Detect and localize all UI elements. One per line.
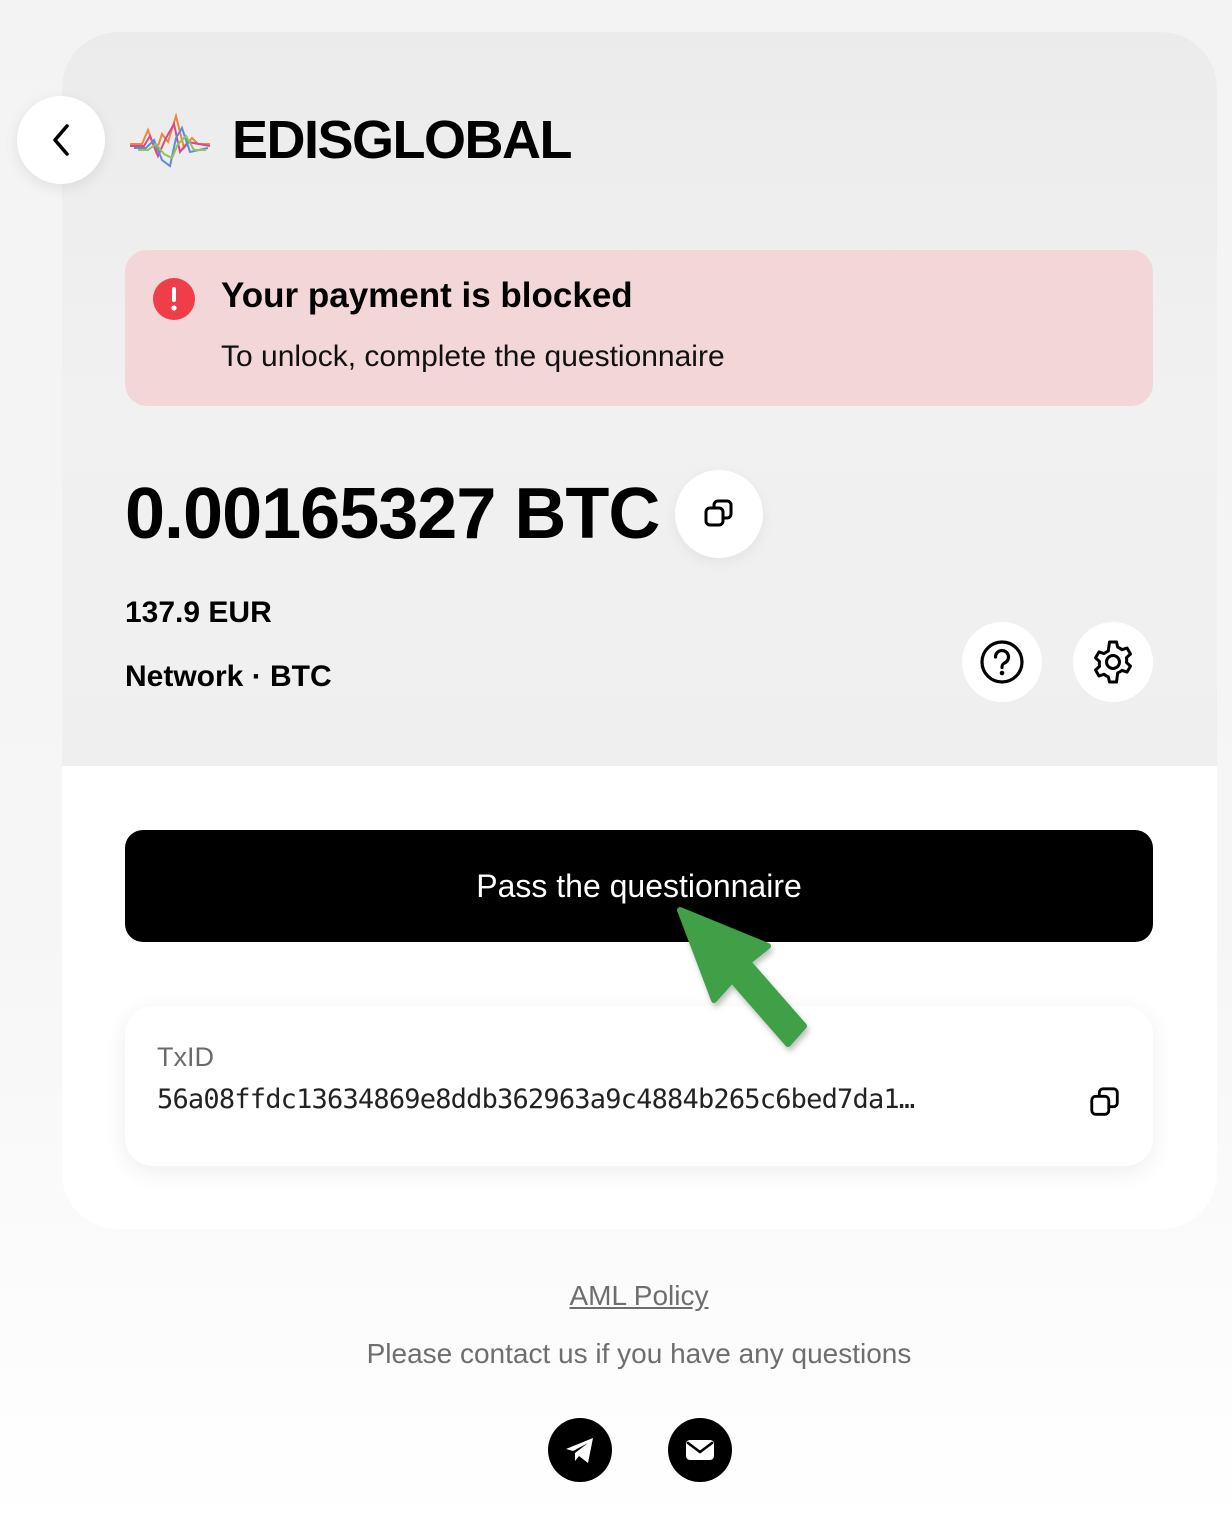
settings-button[interactable]: [1073, 622, 1153, 702]
copy-icon: [1090, 1087, 1119, 1116]
telegram-button[interactable]: [548, 1418, 612, 1482]
fiat-amount: 137.9 EUR: [125, 596, 272, 629]
alert-message: To unlock, complete the questionnaire: [221, 340, 725, 373]
copy-txid-button[interactable]: [1085, 1082, 1125, 1122]
pointer-arrow-icon: [677, 907, 807, 1047]
brand-logo: EDISGLOBAL: [128, 108, 573, 172]
pass-questionnaire-button[interactable]: Pass the questionnaire: [125, 830, 1153, 942]
email-button[interactable]: [668, 1418, 732, 1482]
alert-title: Your payment is blocked: [221, 276, 633, 315]
network-label: Network · BTC: [125, 660, 332, 693]
chevron-left-icon: [53, 124, 69, 156]
gear-icon: [1094, 640, 1132, 684]
email-icon: [686, 1440, 714, 1460]
exclamation-circle-icon: [153, 278, 195, 320]
payment-blocked-alert: Your payment is blocked To unlock, compl…: [125, 250, 1153, 406]
waveform-logo-icon: [130, 112, 211, 168]
copy-amount-button[interactable]: [675, 470, 764, 558]
back-button[interactable]: [17, 96, 105, 184]
contact-text: Please contact us if you have any questi…: [366, 1338, 912, 1369]
telegram-icon: [566, 1438, 593, 1463]
txid-card: TxID 56a08ffdc13634869e8ddb362963a9c4884…: [125, 1006, 1153, 1166]
aml-policy-link[interactable]: AML Policy: [0, 1280, 1232, 1312]
question-circle-icon: [980, 640, 1024, 684]
txid-label: TxID: [157, 1042, 214, 1072]
copy-icon: [704, 499, 733, 527]
crypto-amount: 0.00165327 BTC: [125, 474, 660, 554]
amount-row: 0.00165327 BTC: [125, 470, 764, 558]
help-button[interactable]: [962, 622, 1042, 702]
txid-value: 56a08ffdc13634869e8ddb362963a9c4884b265c…: [157, 1084, 915, 1115]
brand-name: EDISGLOBAL: [232, 110, 573, 170]
